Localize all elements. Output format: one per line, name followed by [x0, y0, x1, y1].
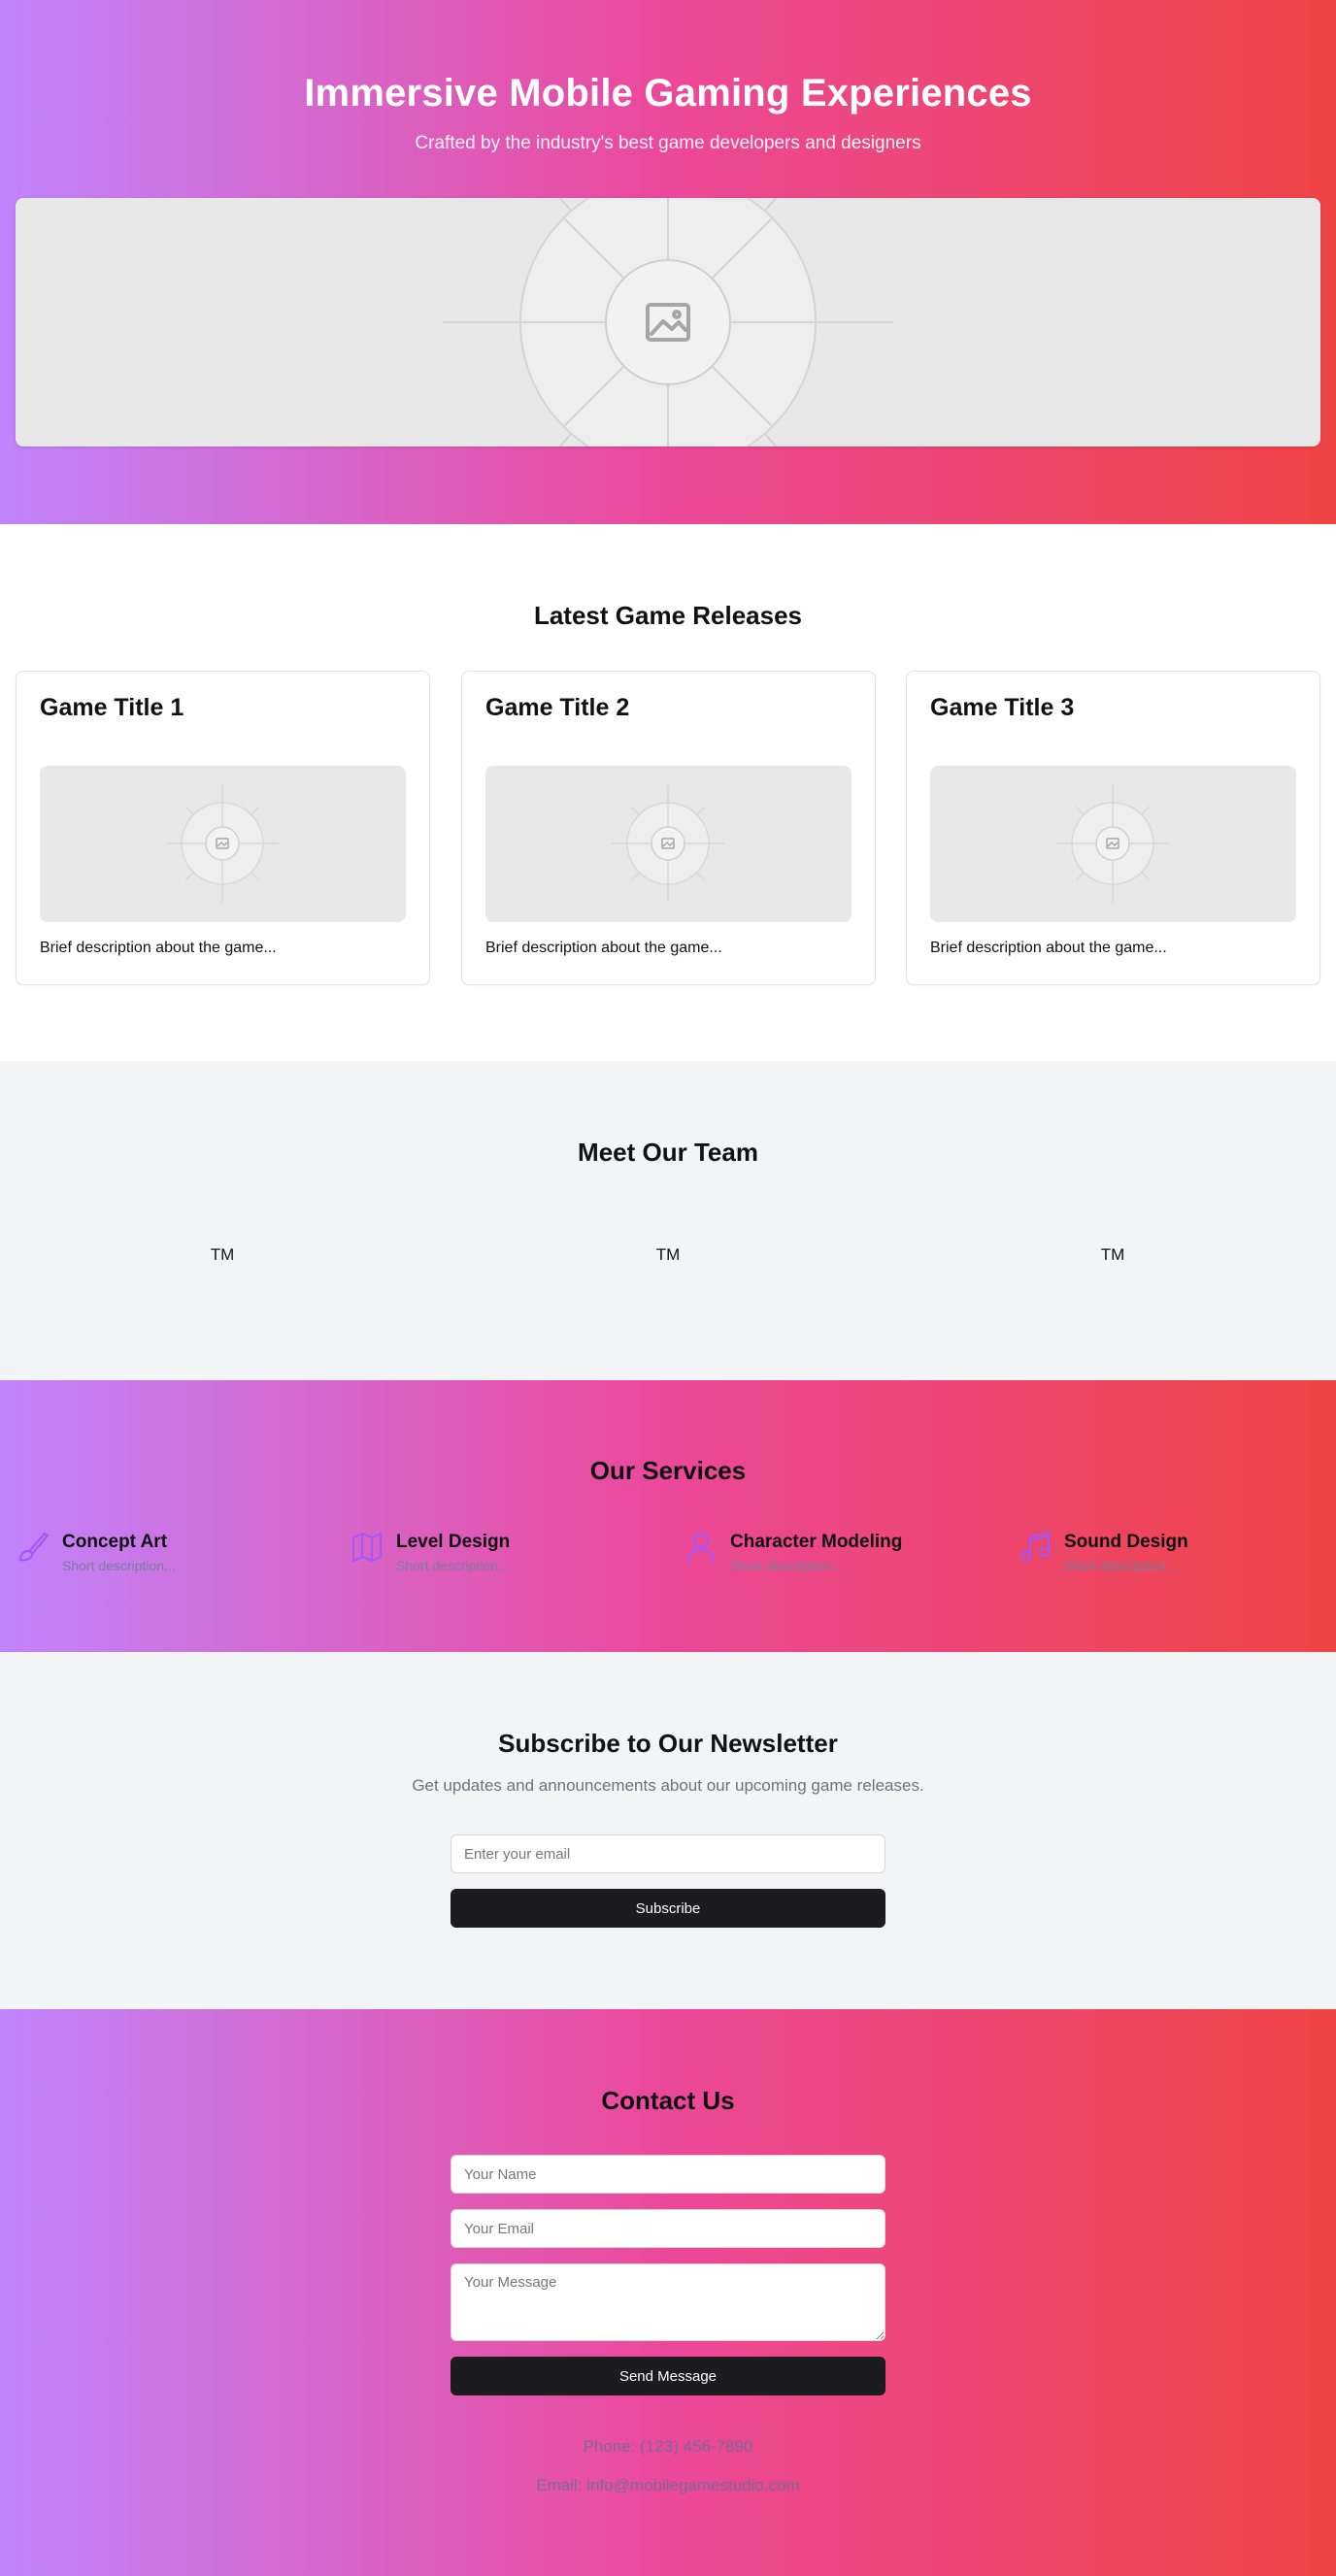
game-card[interactable]: Game Title 2 Brief description about the… [461, 671, 876, 985]
hero-image-placeholder [16, 198, 1320, 446]
team-section: Meet Our Team TM TM TM [0, 1061, 1336, 1380]
services-title: Our Services [589, 1456, 747, 1485]
game-description: Brief description about the game... [485, 940, 722, 956]
image-placeholder-icon [166, 785, 279, 903]
newsletter-subtitle: Get updates and announcements about our … [412, 1776, 924, 1795]
game-image-placeholder [485, 766, 852, 922]
music-icon [1020, 1531, 1051, 1562]
service-name: Concept Art [62, 1532, 168, 1552]
releases-section: Latest Game Releases Game Title 1 Brief … [0, 524, 1336, 1061]
hero-title: Immersive Mobile Gaming Experiences [304, 72, 1032, 115]
game-image-placeholder [40, 766, 406, 922]
service-description: Short description... [1064, 1558, 1178, 1573]
contact-phone: Phone: (123) 456-7890 [583, 2437, 753, 2456]
service-name: Level Design [396, 1532, 511, 1552]
releases-title: Latest Game Releases [533, 601, 803, 630]
service-name: Sound Design [1064, 1532, 1188, 1552]
contact-email: Email: info@mobilegamestudio.com [536, 2476, 800, 2494]
team-member-avatar: TM [655, 1245, 681, 1264]
hero-subtitle: Crafted by the industry's best game deve… [415, 133, 921, 153]
image-placeholder-icon [612, 785, 724, 903]
game-card[interactable]: Game Title 1 Brief description about the… [16, 671, 430, 985]
contact-message-input[interactable] [451, 2263, 885, 2341]
image-placeholder-icon [443, 198, 893, 446]
service-item: Sound Design Short description... [1018, 1530, 1336, 1578]
service-description: Short description... [730, 1558, 844, 1573]
contact-email-input[interactable] [451, 2209, 885, 2248]
service-item: Concept Art Short description... [16, 1530, 336, 1578]
newsletter-title: Subscribe to Our Newsletter [498, 1729, 838, 1758]
team-member-avatar: TM [1100, 1245, 1125, 1264]
service-item: Level Design Short description... [350, 1530, 670, 1578]
services-section: Our Services Concept Art Short descripti… [0, 1380, 1336, 1652]
game-title: Game Title 1 [40, 694, 184, 721]
hero-section: Immersive Mobile Gaming Experiences Craf… [0, 0, 1336, 524]
brush-icon [18, 1532, 50, 1562]
game-title: Game Title 3 [930, 694, 1075, 721]
newsletter-email-input[interactable] [451, 1834, 885, 1873]
user-icon [686, 1532, 716, 1564]
newsletter-section: Subscribe to Our Newsletter Get updates … [0, 1652, 1336, 2009]
subscribe-button[interactable]: Subscribe [451, 1889, 885, 1928]
send-message-button[interactable]: Send Message [451, 2357, 885, 2395]
contact-title: Contact Us [601, 2086, 735, 2115]
game-card[interactable]: Game Title 3 Brief description about the… [906, 671, 1320, 985]
team-member-avatar: TM [210, 1245, 235, 1264]
team-title: Meet Our Team [578, 1138, 758, 1167]
image-placeholder-icon [1056, 785, 1169, 903]
service-description: Short description... [396, 1558, 510, 1573]
service-name: Character Modeling [730, 1532, 903, 1552]
service-description: Short description... [62, 1558, 176, 1573]
game-title: Game Title 2 [485, 694, 630, 721]
game-description: Brief description about the game... [40, 940, 277, 956]
game-description: Brief description about the game... [930, 940, 1167, 956]
map-icon [351, 1532, 383, 1563]
service-item: Character Modeling Short description... [684, 1530, 1004, 1578]
contact-name-input[interactable] [451, 2155, 885, 2194]
contact-section: Contact Us Send Message Phone: (123) 456… [0, 2009, 1336, 2576]
game-image-placeholder [930, 766, 1296, 922]
